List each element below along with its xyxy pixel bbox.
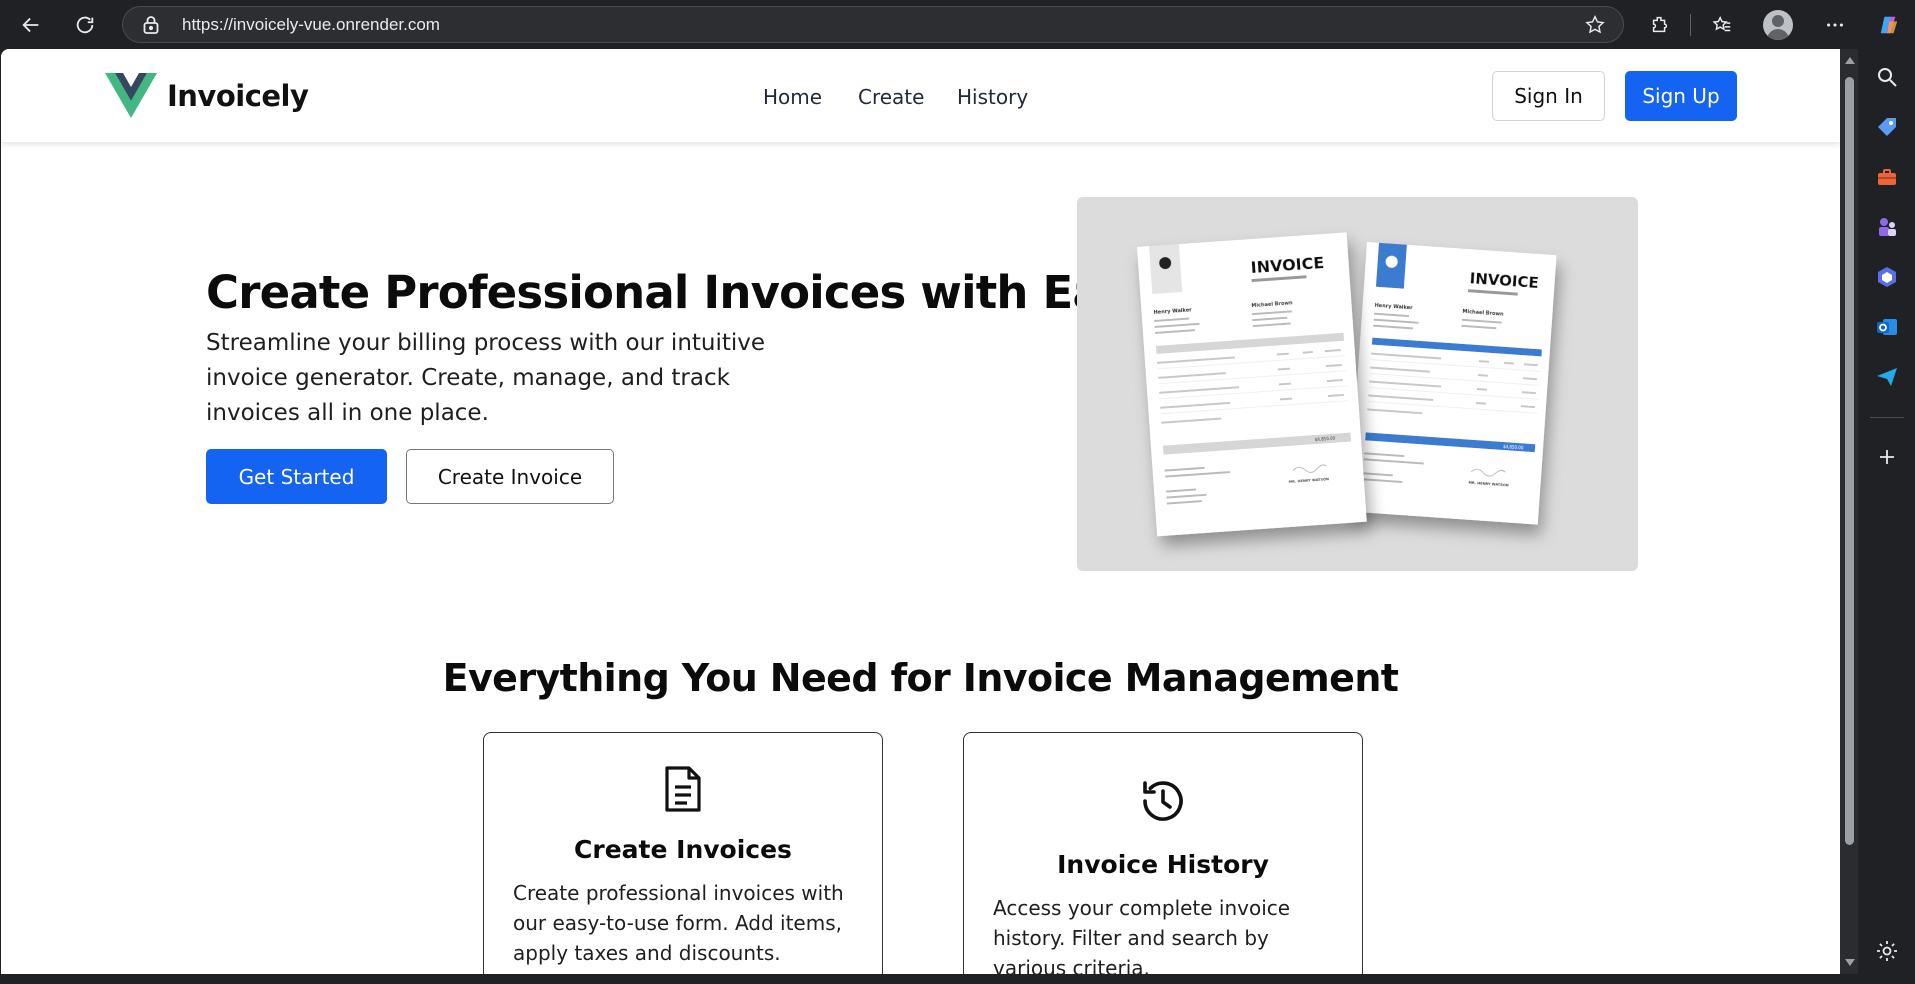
sign-in-button[interactable]: Sign In bbox=[1492, 71, 1605, 121]
browser-sidebar bbox=[1858, 49, 1915, 984]
create-invoice-button[interactable]: Create Invoice bbox=[406, 449, 614, 504]
scroll-up-arrow[interactable] bbox=[1845, 57, 1855, 64]
browser-toolbar: https://invoicely-vue.onrender.com bbox=[0, 0, 1915, 49]
add-icon[interactable] bbox=[1875, 445, 1899, 469]
scroll-down-arrow[interactable] bbox=[1845, 959, 1855, 966]
search-icon[interactable] bbox=[1875, 65, 1899, 89]
feature-card-title: Invoice History bbox=[1057, 850, 1269, 879]
copilot-sidebar-icon[interactable] bbox=[1875, 265, 1899, 289]
shopping-tag-icon[interactable] bbox=[1875, 115, 1899, 139]
back-icon[interactable] bbox=[16, 10, 46, 40]
address-bar[interactable]: https://invoicely-vue.onrender.com bbox=[122, 6, 1624, 43]
web-page: Invoicely Home Create History Sign In Si… bbox=[1, 49, 1840, 974]
favorites-icon[interactable] bbox=[1707, 10, 1737, 40]
invoice-doc-left: INVOICE Henry Walker Michael Brown $4,85… bbox=[1137, 232, 1367, 537]
copilot-icon[interactable] bbox=[1874, 10, 1904, 40]
get-started-button[interactable]: Get Started bbox=[206, 449, 387, 504]
hero-invoice-image: INVOICE Henry Walker Michael Brown $4,85… bbox=[1077, 197, 1638, 571]
page-scrollbar[interactable] bbox=[1840, 49, 1858, 974]
browser-bottom-edge bbox=[0, 974, 1858, 984]
features-title: Everything You Need for Invoice Manageme… bbox=[442, 656, 1399, 700]
scroll-thumb[interactable] bbox=[1845, 77, 1854, 845]
sign-up-button[interactable]: Sign Up bbox=[1625, 71, 1737, 121]
favorite-star-icon[interactable] bbox=[1584, 14, 1606, 36]
nav-home[interactable]: Home bbox=[763, 85, 822, 109]
sidebar-divider bbox=[1870, 417, 1904, 418]
feature-card-text: Access your complete invoice history. Fi… bbox=[993, 896, 1291, 974]
extensions-icon[interactable] bbox=[1645, 10, 1675, 40]
nav-history[interactable]: History bbox=[957, 85, 1028, 109]
vue-logo-icon[interactable] bbox=[105, 73, 157, 118]
feature-card-history[interactable]: Invoice History Access your complete inv… bbox=[963, 732, 1363, 974]
tools-briefcase-icon[interactable] bbox=[1875, 165, 1899, 189]
site-header: Invoicely Home Create History Sign In Si… bbox=[1, 49, 1840, 142]
feature-card-create[interactable]: Create Invoices Create professional invo… bbox=[483, 732, 883, 974]
invoice-doc-right: INVOICE Henry Walker Michael Brown $4,85… bbox=[1348, 242, 1557, 525]
document-icon bbox=[484, 765, 882, 813]
hero-title: Create Professional Invoices with Ease bbox=[206, 266, 1159, 319]
hero-subtitle: Streamline your billing process with our… bbox=[206, 330, 766, 426]
history-icon bbox=[964, 777, 1362, 825]
feature-card-text: Create professional invoices with our ea… bbox=[513, 881, 844, 965]
refresh-icon[interactable] bbox=[70, 10, 100, 40]
url-text[interactable]: https://invoicely-vue.onrender.com bbox=[182, 15, 440, 35]
send-icon[interactable] bbox=[1875, 365, 1899, 389]
settings-gear-icon[interactable] bbox=[1875, 939, 1899, 963]
profile-avatar[interactable] bbox=[1763, 10, 1793, 40]
feature-card-title: Create Invoices bbox=[574, 835, 792, 864]
outlook-icon[interactable] bbox=[1875, 315, 1899, 339]
games-icon[interactable] bbox=[1875, 215, 1899, 239]
brand-name[interactable]: Invoicely bbox=[167, 79, 309, 113]
more-menu-icon[interactable] bbox=[1820, 10, 1850, 40]
lock-icon[interactable] bbox=[142, 15, 160, 35]
toolbar-divider bbox=[1690, 14, 1691, 36]
nav-create[interactable]: Create bbox=[858, 85, 924, 109]
